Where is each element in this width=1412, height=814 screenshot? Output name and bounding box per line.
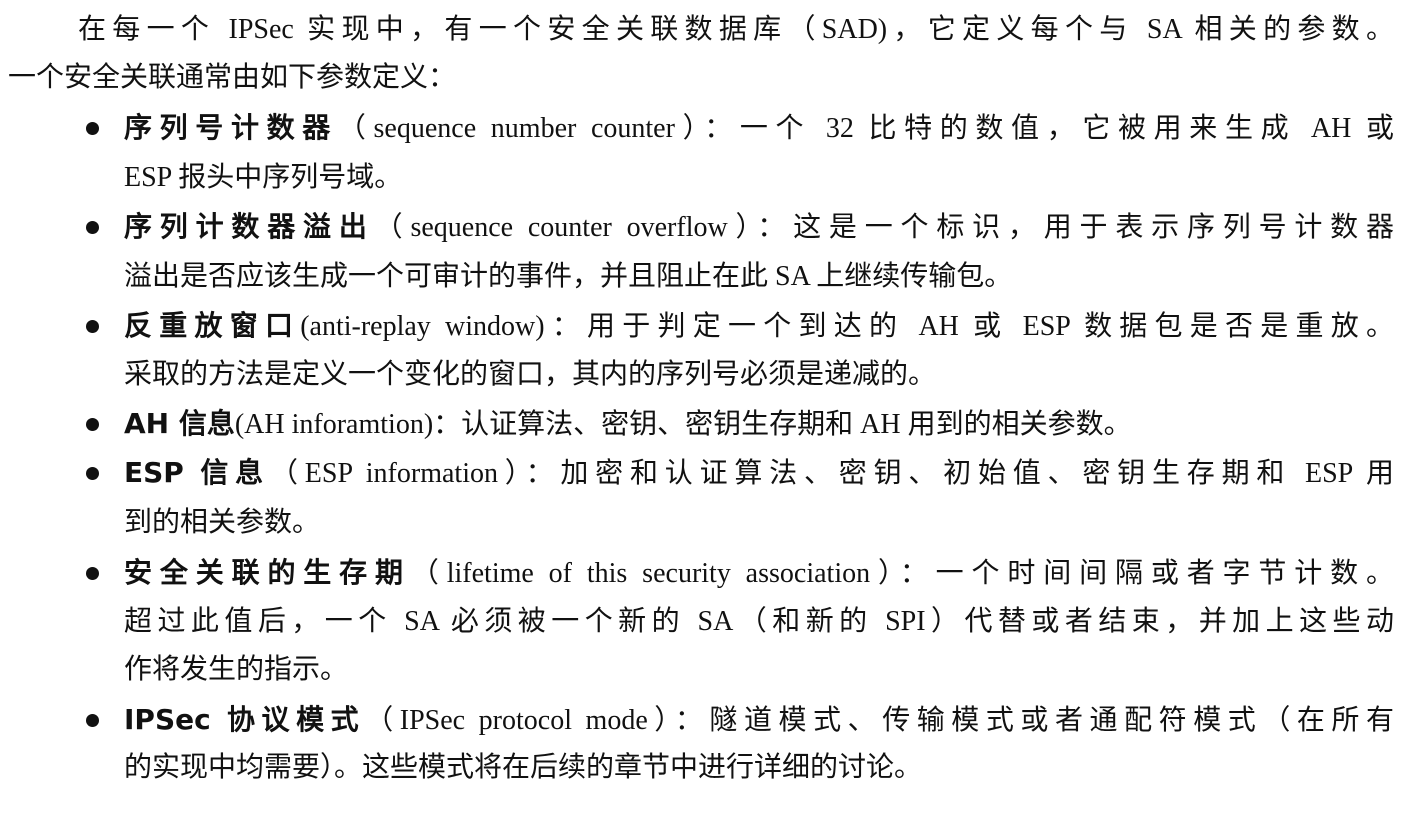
intro-line-2: 一个安全关联通常由如下参数定义：	[8, 62, 457, 93]
item-text: （lifetime of this security association）：…	[410, 558, 1394, 589]
item-line: 溢出是否应该生成一个可审计的事件，并且阻止在此 SA 上继续传输包。	[124, 257, 1012, 297]
item-text: ESP 报头中序列号域。	[124, 162, 403, 193]
item-line: 安全关联的生存期（lifetime of this security assoc…	[124, 553, 1394, 593]
bullet-icon	[86, 714, 99, 727]
bullet-icon	[86, 221, 99, 234]
item-text: 作将发生的指示。	[124, 654, 349, 685]
item-line: ESP 信息（ESP information）：加密和认证算法、密钥、初始值、密…	[124, 453, 1394, 493]
item-text: （sequence number counter）：一个 32 比特的数值，它被…	[337, 113, 1394, 144]
item-term: IPSec 协议模式	[124, 703, 366, 736]
item-line: ESP 报头中序列号域。	[124, 158, 402, 198]
item-term: 反重放窗口	[124, 309, 301, 342]
item-text: (anti-replay window)：用于判定一个到达的 AH 或 ESP …	[300, 311, 1394, 342]
item-line: 反重放窗口(anti-replay window)：用于判定一个到达的 AH 或…	[124, 306, 1394, 346]
item-line: 采取的方法是定义一个变化的窗口，其内的序列号必须是递减的。	[124, 355, 936, 395]
item-term: 安全关联的生存期	[124, 556, 411, 589]
item-line: 序列计数器溢出（sequence counter overflow）：这是一个标…	[124, 207, 1394, 247]
item-line: 序列号计数器（sequence number counter）：一个 32 比特…	[124, 108, 1394, 148]
item-term: 序列计数器溢出	[124, 210, 375, 243]
item-line: 超过此值后，一个 SA 必须被一个新的 SA（和新的 SPI）代替或者结束，并加…	[124, 602, 1394, 642]
item-text: （sequence counter overflow）：这是一个标识，用于表示序…	[374, 212, 1394, 243]
item-term: AH 信息	[124, 407, 235, 440]
item-term: ESP 信息	[124, 456, 270, 489]
item-text: （IPSec protocol mode）：隧道模式、传输模式或者通配符模式（在…	[365, 705, 1394, 736]
item-text: 溢出是否应该生成一个可审计的事件，并且阻止在此 SA 上继续传输包。	[124, 261, 1013, 292]
item-line: AH 信息(AH inforamtion)：认证算法、密钥、密钥生存期和 AH …	[124, 404, 1132, 444]
item-text: 的实现中均需要）。这些模式将在后续的章节中进行详细的讨论。	[124, 752, 923, 783]
item-text: 超过此值后，一个 SA 必须被一个新的 SA（和新的 SPI）代替或者结束，并加…	[124, 606, 1394, 637]
item-text: 采取的方法是定义一个变化的窗口，其内的序列号必须是递减的。	[124, 359, 937, 390]
item-text: 到的相关参数。	[124, 507, 321, 538]
item-line: 到的相关参数。	[124, 503, 320, 543]
bullet-icon	[86, 567, 99, 580]
item-text: (AH inforamtion)：认证算法、密钥、密钥生存期和 AH 用到的相关…	[234, 409, 1132, 440]
bullet-icon	[86, 467, 99, 480]
item-line: 的实现中均需要）。这些模式将在后续的章节中进行详细的讨论。	[124, 748, 922, 788]
item-line: 作将发生的指示。	[124, 650, 348, 690]
bullet-icon	[86, 418, 99, 431]
item-term: 序列号计数器	[124, 111, 338, 144]
bullet-icon	[86, 122, 99, 135]
bullet-icon	[86, 320, 99, 333]
item-text: （ESP information）：加密和认证算法、密钥、初始值、密钥生存期和 …	[269, 458, 1394, 489]
intro-line-1: 在每一个 IPSec 实现中，有一个安全关联数据库（SAD)，它定义每个与 SA…	[78, 14, 1394, 45]
item-line: IPSec 协议模式（IPSec protocol mode）：隧道模式、传输模…	[124, 700, 1394, 740]
